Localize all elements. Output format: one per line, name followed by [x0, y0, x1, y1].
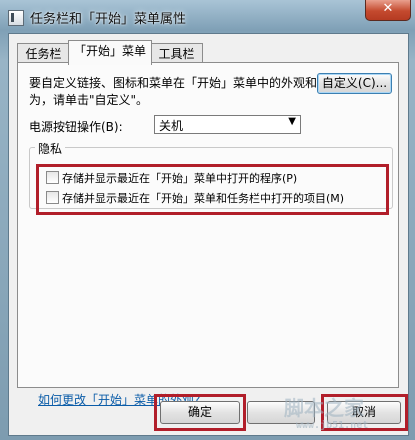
recent-programs-label: 存储并显示最近在「开始」菜单中打开的程序(P)	[62, 172, 298, 185]
window-app-icon	[8, 10, 24, 26]
chevron-down-icon: ▼	[288, 116, 296, 127]
watermark-url: www.jb51.net	[296, 420, 369, 431]
customize-button[interactable]: 自定义(C)...	[317, 73, 392, 94]
close-button[interactable]: ✕	[365, 0, 411, 21]
recent-programs-checkbox[interactable]	[46, 171, 59, 184]
ok-button[interactable]: 确定	[160, 401, 240, 424]
power-button-value: 关机	[159, 119, 184, 133]
dialog-body: 任务栏 「开始」菜单 工具栏 要自定义链接、图标和菜单在「开始」菜单中的外观和行…	[8, 33, 409, 436]
title-bar[interactable]: 任务栏和「开始」菜单属性 ✕	[0, 0, 415, 34]
recent-items-label: 存储并显示最近在「开始」菜单和任务栏中打开的项目(M)	[62, 192, 345, 205]
window-title: 任务栏和「开始」菜单属性	[30, 12, 187, 27]
power-button-dropdown[interactable]: 关机 ▼	[154, 115, 301, 134]
properties-window: 任务栏和「开始」菜单属性 ✕ 任务栏 「开始」菜单 工具栏 要自定义链接、图标和…	[0, 0, 415, 440]
power-button-label: 电源按钮操作(B):	[29, 120, 123, 134]
tab-start-menu[interactable]: 「开始」菜单	[68, 40, 152, 65]
privacy-group-title: 隐私	[35, 140, 66, 157]
recent-items-checkbox[interactable]	[46, 191, 59, 204]
customize-description: 要自定义链接、图标和菜单在「开始」菜单中的外观和行为，请单击"自定义"。	[29, 76, 330, 107]
start-menu-tab-panel: 要自定义链接、图标和菜单在「开始」菜单中的外观和行为，请单击"自定义"。 自定义…	[17, 62, 399, 407]
watermark-logo: 脚本之家	[284, 396, 364, 420]
